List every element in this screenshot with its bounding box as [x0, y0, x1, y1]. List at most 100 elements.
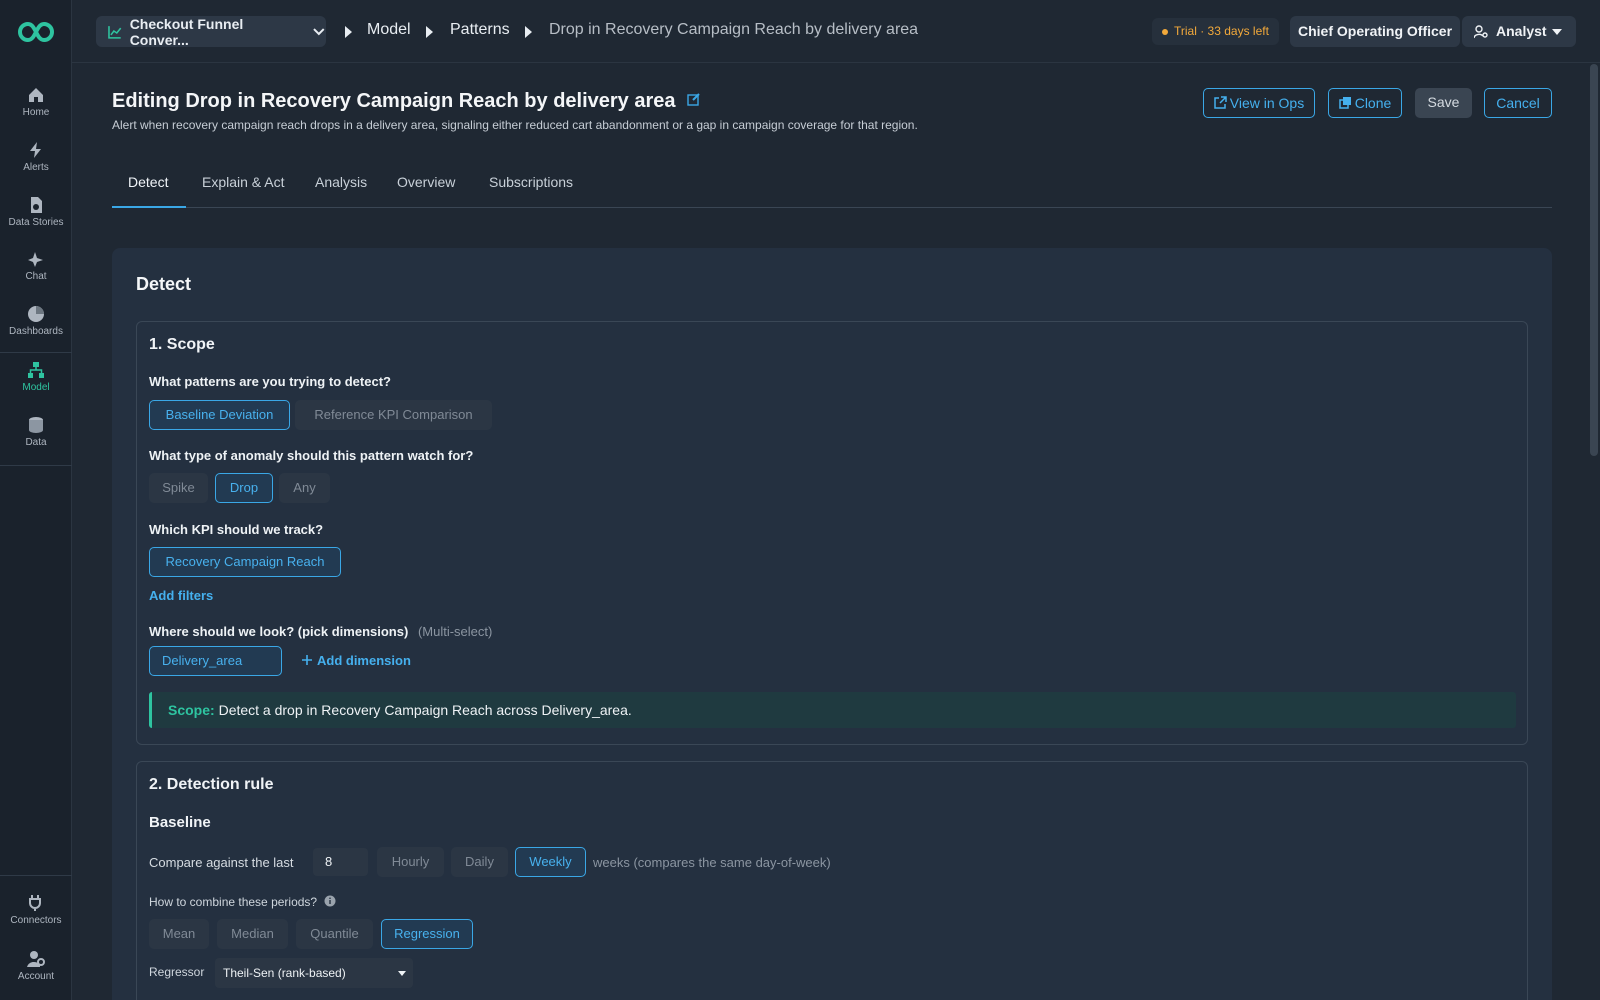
copy-icon: [1338, 97, 1351, 109]
compare-label: Compare against the last: [149, 855, 294, 870]
breadcrumb-current: Drop in Recovery Campaign Reach by deliv…: [549, 21, 919, 38]
save-button[interactable]: Save: [1415, 88, 1472, 118]
dimensions-question-text: Where should we look? (pick dimensions): [149, 624, 409, 639]
page-subtitle: Alert when recovery campaign reach drops…: [112, 118, 918, 132]
home-icon: [29, 88, 43, 102]
anomaly-any[interactable]: Any: [279, 473, 330, 503]
add-dimension-button[interactable]: Add dimension: [301, 653, 411, 668]
combine-label-text: How to combine these periods?: [149, 895, 318, 909]
user-role-label: Analyst: [1496, 23, 1547, 39]
line-chart-icon: [108, 25, 122, 39]
breadcrumb-model[interactable]: Model: [367, 21, 411, 39]
sidebar-item-model[interactable]: Model: [0, 355, 72, 407]
breadcrumb-separator-icon: [345, 26, 352, 38]
sidebar-item-label: Alerts: [23, 162, 49, 173]
clone-button[interactable]: Clone: [1328, 88, 1402, 118]
scope-title: 1. Scope: [149, 336, 215, 353]
granularity-daily[interactable]: Daily: [451, 847, 508, 877]
kpi-chip[interactable]: Recovery Campaign Reach: [149, 547, 341, 577]
sidebar-item-data-stories[interactable]: Data Stories: [0, 190, 72, 242]
cancel-button[interactable]: Cancel: [1484, 88, 1552, 118]
multi-select-note: (Multi-select): [417, 624, 493, 639]
pie-chart-icon: [28, 306, 44, 322]
sidebar-item-chat[interactable]: Chat: [0, 244, 72, 296]
info-icon[interactable]: [324, 895, 336, 907]
detection-rule-title: 2. Detection rule: [149, 776, 274, 793]
caret-down-icon: [1552, 29, 1562, 35]
tab-explain-act[interactable]: Explain & Act: [202, 174, 285, 190]
plus-icon: [302, 655, 312, 665]
sidebar-item-label: Connectors: [10, 915, 62, 926]
view-in-ops-button[interactable]: View in Ops: [1203, 88, 1315, 118]
dataset-selector[interactable]: Checkout Funnel Conver...: [96, 15, 326, 48]
view-in-ops-label: View in Ops: [1229, 95, 1305, 111]
sidebar-item-account[interactable]: Account: [0, 944, 72, 996]
tab-detect[interactable]: Detect: [128, 174, 168, 190]
tab-subscriptions[interactable]: Subscriptions: [489, 174, 573, 190]
pattern-baseline-deviation[interactable]: Baseline Deviation: [149, 400, 290, 430]
granularity-note: weeks (compares the same day-of-week): [593, 855, 831, 870]
kpi-question: Which KPI should we track?: [149, 522, 324, 537]
dimension-chip[interactable]: Delivery_area: [149, 646, 282, 676]
regressor-value: Theil-Sen (rank-based): [223, 966, 346, 980]
granularity-hourly[interactable]: Hourly: [377, 847, 444, 877]
sidebar-item-home[interactable]: Home: [0, 80, 72, 132]
regressor-select[interactable]: Theil-Sen (rank-based): [215, 958, 413, 988]
external-link-icon: [1214, 96, 1227, 109]
add-filters-link[interactable]: Add filters: [149, 588, 213, 603]
document-icon: [31, 197, 42, 213]
edit-icon[interactable]: [687, 92, 701, 106]
anomaly-spike[interactable]: Spike: [149, 473, 208, 503]
sidebar-item-label: Chat: [25, 271, 47, 282]
database-icon: [29, 417, 43, 433]
sidebar-item-dashboards[interactable]: Dashboards: [0, 299, 72, 351]
tab-analysis[interactable]: Analysis: [315, 174, 367, 190]
detect-title: Detect: [136, 274, 192, 294]
combine-mean[interactable]: Mean: [149, 919, 209, 949]
scope-summary: Scope: Detect a drop in Recovery Campaig…: [149, 692, 1516, 728]
dataset-name: Checkout Funnel Conver...: [129, 15, 244, 48]
app-logo[interactable]: [14, 18, 58, 46]
sidebar-item-label: Data: [25, 437, 47, 448]
page-scrollbar[interactable]: [1590, 64, 1598, 456]
role-selector[interactable]: Chief Operating Officer: [1290, 16, 1461, 47]
breadcrumb-separator-icon: [525, 26, 532, 38]
combine-regression[interactable]: Regression: [381, 919, 473, 949]
combine-median[interactable]: Median: [217, 919, 288, 949]
patterns-question: What patterns are you trying to detect?: [149, 374, 391, 389]
regressor-label: Regressor: [149, 965, 205, 979]
breadcrumb-patterns[interactable]: Patterns: [450, 21, 510, 39]
sidebar: Home Alerts Data Stories Chat Dashboards…: [0, 0, 72, 1000]
user-gear-icon: [27, 951, 45, 967]
sidebar-item-connectors[interactable]: Connectors: [0, 888, 72, 940]
anomaly-drop[interactable]: Drop: [215, 473, 273, 503]
caret-down-icon: [398, 971, 406, 976]
sidebar-item-label: Home: [22, 107, 50, 118]
add-dimension-label: Add dimension: [317, 653, 411, 668]
pattern-reference-kpi[interactable]: Reference KPI Comparison: [295, 400, 492, 430]
plug-icon: [29, 895, 41, 911]
sidebar-item-label: Model: [22, 382, 50, 393]
hierarchy-icon: [28, 362, 44, 378]
scope-summary-text: Detect a drop in Recovery Campaign Reach…: [218, 702, 632, 718]
sidebar-item-alerts[interactable]: Alerts: [0, 135, 72, 187]
user-role-menu[interactable]: Analyst: [1462, 16, 1576, 47]
sidebar-item-label: Data Stories: [8, 217, 64, 228]
sidebar-item-data[interactable]: Data: [0, 410, 72, 462]
dimensions-question: Where should we look? (pick dimensions) …: [149, 624, 492, 639]
chevron-down-icon: [313, 27, 325, 35]
periods-input[interactable]: 8: [313, 848, 368, 876]
baseline-title: Baseline: [149, 814, 211, 831]
tab-bar: Detect Explain & Act Analysis Overview S…: [112, 164, 1552, 208]
granularity-weekly[interactable]: Weekly: [515, 847, 586, 877]
combine-label: How to combine these periods?: [149, 895, 336, 909]
anomaly-question: What type of anomaly should this pattern…: [149, 448, 474, 463]
detection-rule-section: 2. Detection rule Baseline Compare again…: [136, 761, 1528, 1000]
sidebar-item-label: Account: [17, 971, 55, 982]
page-title: Editing Drop in Recovery Campaign Reach …: [112, 90, 701, 113]
tab-overview[interactable]: Overview: [397, 174, 455, 190]
breadcrumb-separator-icon: [426, 26, 433, 38]
combine-quantile[interactable]: Quantile: [296, 919, 373, 949]
top-bar: Checkout Funnel Conver... Model Patterns…: [72, 0, 1600, 63]
bolt-icon: [30, 142, 41, 158]
